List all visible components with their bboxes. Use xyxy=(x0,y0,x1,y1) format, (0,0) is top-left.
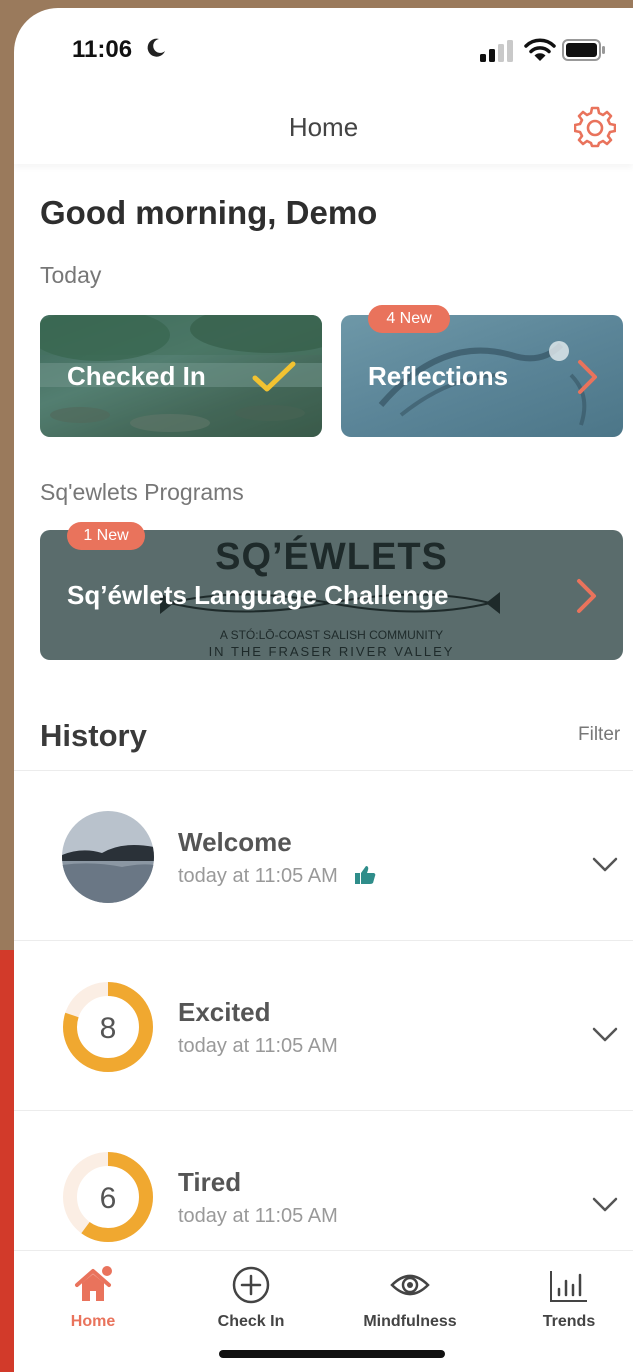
eye-icon xyxy=(390,1274,430,1296)
chevron-down-icon[interactable] xyxy=(592,857,618,873)
logo-line-2: IN THE FRASER RIVER VALLEY xyxy=(208,644,455,659)
score-ring: 6 xyxy=(63,1152,153,1242)
plus-circle-icon xyxy=(232,1266,270,1304)
tab-label: Check In xyxy=(217,1313,285,1330)
filter-button[interactable]: Filter xyxy=(578,724,620,746)
page-title: Home xyxy=(288,112,359,142)
reflections-label: Reflections xyxy=(368,361,509,391)
tab-label: Trends xyxy=(542,1313,596,1330)
tab-label: Home xyxy=(70,1313,116,1330)
settings-gear-icon[interactable] xyxy=(574,106,616,148)
status-time: 11:06 xyxy=(72,36,133,63)
history-item-excited[interactable]: 8 Excited today at 11:05 AM xyxy=(14,940,633,1110)
lake-avatar xyxy=(62,811,154,903)
programs-label: Sq'ewlets Programs xyxy=(40,479,244,505)
status-bar: 11:06 xyxy=(14,8,633,88)
chevron-right-icon xyxy=(578,360,597,394)
chevron-down-icon[interactable] xyxy=(592,1197,618,1213)
history-item-welcome[interactable]: Welcome today at 11:05 AM xyxy=(14,770,633,940)
score-value: 6 xyxy=(100,1182,117,1215)
tab-trends[interactable]: Trends xyxy=(494,1251,633,1351)
chevron-right-icon xyxy=(577,579,596,613)
moon-icon xyxy=(147,38,165,57)
score-ring: 8 xyxy=(63,982,153,1072)
thumbs-up-icon xyxy=(355,866,376,884)
bar-chart-icon xyxy=(550,1271,587,1302)
score-value: 8 xyxy=(100,1012,117,1045)
battery-icon xyxy=(562,39,605,61)
app-screen: 11:06 Home Good morning, Demo Today Chec… xyxy=(14,8,633,1372)
tab-mindfulness[interactable]: Mindfulness xyxy=(335,1251,485,1351)
checked-in-card[interactable]: Checked In xyxy=(40,315,322,437)
item-title: Welcome xyxy=(178,827,292,857)
history-heading: History xyxy=(40,718,147,753)
tab-label: Mindfulness xyxy=(363,1313,457,1330)
item-timestamp: today at 11:05 AM xyxy=(178,865,338,887)
language-challenge-label: Sq’éwlets Language Challenge xyxy=(67,580,449,610)
item-title: Excited xyxy=(178,997,271,1027)
home-icon xyxy=(75,1266,112,1301)
wifi-icon xyxy=(524,38,556,61)
reflections-new-badge: 4 New xyxy=(368,305,450,333)
today-label: Today xyxy=(40,262,102,288)
checkmark-icon xyxy=(252,361,296,392)
tab-check-in[interactable]: Check In xyxy=(176,1251,326,1351)
item-timestamp: today at 11:05 AM xyxy=(178,1035,338,1057)
checked-in-label: Checked In xyxy=(67,361,206,391)
home-indicator xyxy=(219,1350,445,1358)
nav-header: Home xyxy=(14,88,633,164)
chevron-down-icon[interactable] xyxy=(592,1027,618,1043)
greeting-heading: Good morning, Demo xyxy=(40,194,378,231)
logo-line-1: A STÓ:LŌ-COAST SALISH COMMUNITY xyxy=(219,628,444,642)
program-new-badge: 1 New xyxy=(67,522,145,550)
tab-home[interactable]: Home xyxy=(18,1251,168,1351)
item-title: Tired xyxy=(178,1167,242,1197)
cellular-signal-icon xyxy=(480,40,513,62)
reflections-card[interactable]: Reflections xyxy=(341,315,623,437)
item-timestamp: today at 11:05 AM xyxy=(178,1205,338,1227)
